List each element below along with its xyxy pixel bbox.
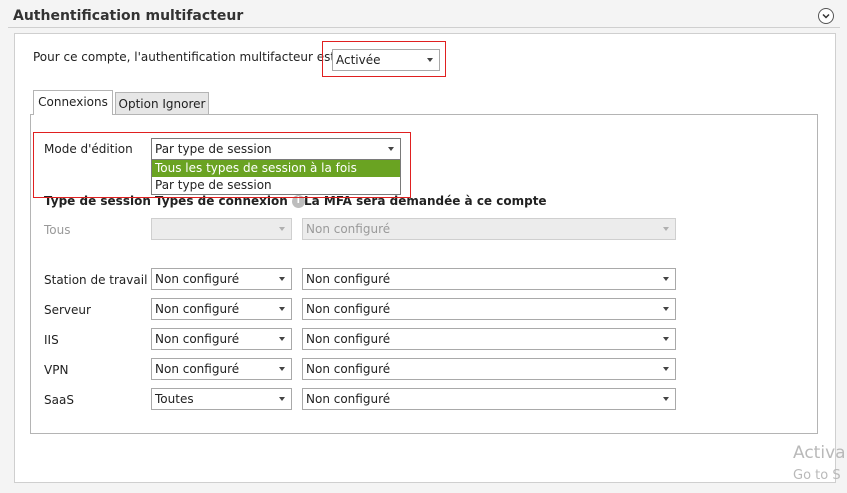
section-title: Authentification multifacteur — [13, 8, 244, 24]
dropdown-arrow-icon — [279, 367, 285, 371]
connection-select-tous — [151, 218, 292, 240]
mfa-select-saas[interactable]: Non configuré — [302, 388, 676, 410]
connection-select-serveur[interactable]: Non configuré — [151, 298, 292, 320]
row-label-saas: SaaS — [44, 393, 74, 407]
dropdown-arrow-icon — [279, 337, 285, 341]
tab-option-ignorer[interactable]: Option Ignorer — [115, 92, 209, 116]
row-label-serveur: Serveur — [44, 303, 91, 317]
connection-select-vpn[interactable]: Non configuré — [151, 358, 292, 380]
dropdown-arrow-icon — [427, 58, 433, 62]
chevron-down-circle-icon[interactable] — [818, 8, 834, 24]
header-divider — [8, 27, 840, 28]
edit-mode-options: Tous les types de session à la fois Par … — [151, 159, 401, 195]
dropdown-arrow-icon — [279, 277, 285, 281]
option-all-session-types[interactable]: Tous les types de session à la fois — [152, 160, 400, 177]
connection-select-saas[interactable]: Toutes — [151, 388, 292, 410]
dropdown-arrow-icon — [663, 307, 669, 311]
dropdown-arrow-icon — [663, 337, 669, 341]
mfa-status-select[interactable]: Activée — [332, 49, 440, 71]
row-label-vpn: VPN — [44, 363, 69, 377]
row-label-iis: IIS — [44, 333, 59, 347]
tab-connexions[interactable]: Connexions — [33, 90, 113, 115]
mfa-select-vpn[interactable]: Non configuré — [302, 358, 676, 380]
activation-watermark-line1: Activa — [793, 443, 846, 463]
mfa-select-tous: Non configuré — [302, 218, 676, 240]
mfa-select-serveur[interactable]: Non configuré — [302, 298, 676, 320]
row-label-station: Station de travail — [44, 273, 148, 287]
dropdown-arrow-icon — [279, 227, 285, 231]
mfa-select-station[interactable]: Non configuré — [302, 268, 676, 290]
dropdown-arrow-icon — [279, 307, 285, 311]
dropdown-arrow-icon — [663, 277, 669, 281]
connection-select-iis[interactable]: Non configuré — [151, 328, 292, 350]
dropdown-arrow-icon — [663, 227, 669, 231]
connection-select-station[interactable]: Non configuré — [151, 268, 292, 290]
dropdown-arrow-icon — [663, 367, 669, 371]
mfa-status-label: Pour ce compte, l'authentification multi… — [33, 50, 336, 64]
row-label-tous: Tous — [44, 223, 71, 237]
dropdown-arrow-icon — [279, 397, 285, 401]
activation-watermark-line2: Go to S — [793, 468, 841, 483]
option-per-session-type[interactable]: Par type de session — [152, 177, 400, 194]
mfa-select-iis[interactable]: Non configuré — [302, 328, 676, 350]
dropdown-arrow-icon — [663, 397, 669, 401]
mfa-status-value: Activée — [336, 53, 381, 67]
